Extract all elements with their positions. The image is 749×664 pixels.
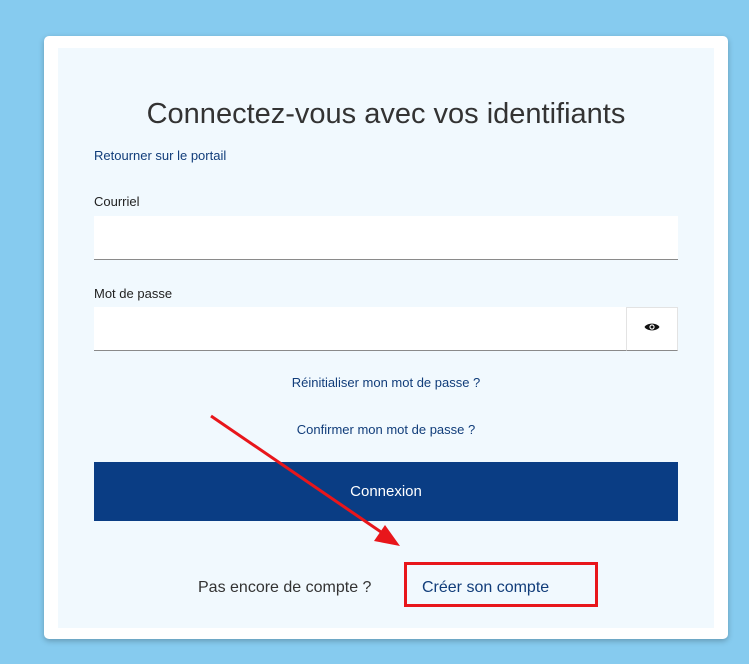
annotation-arrow	[210, 414, 400, 546]
